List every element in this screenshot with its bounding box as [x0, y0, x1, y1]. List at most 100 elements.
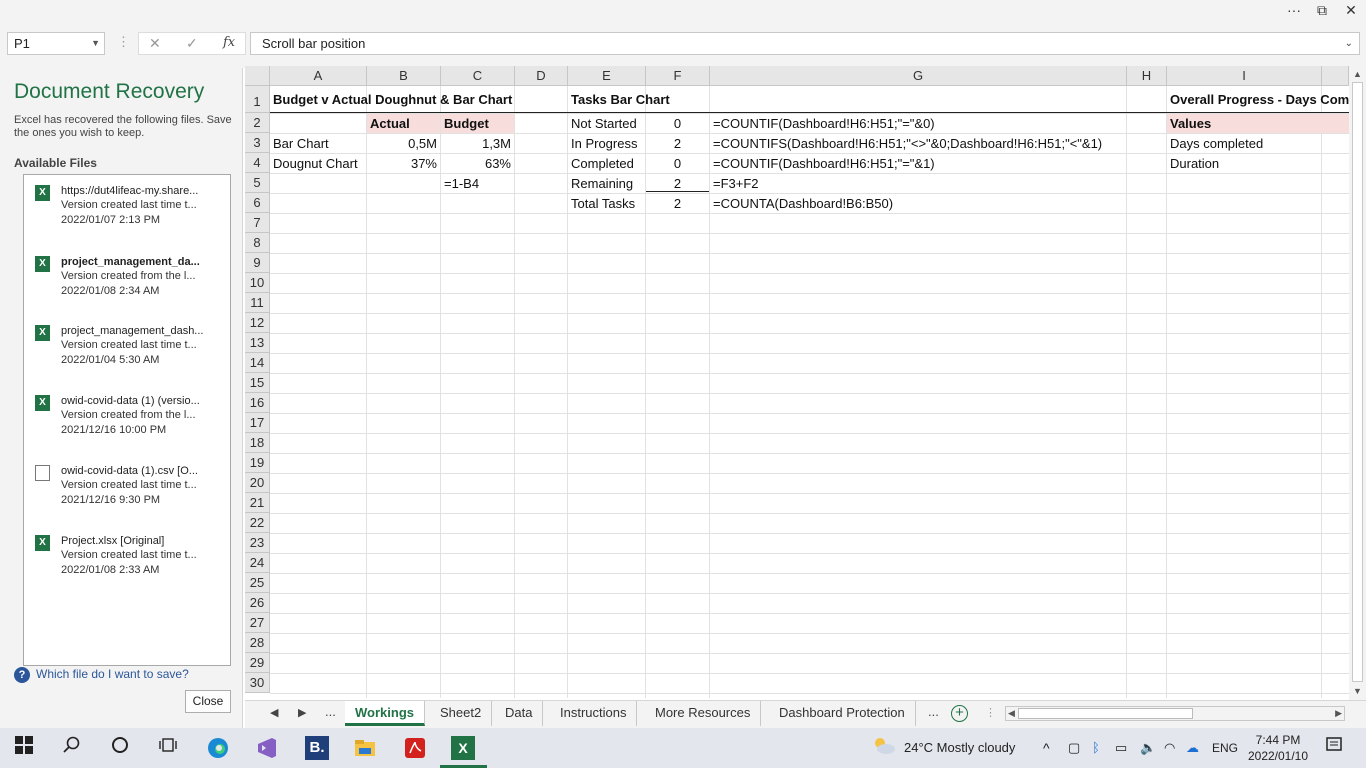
onedrive-cloud-icon[interactable]: ☁	[1186, 728, 1199, 768]
horizontal-scrollbar[interactable]: ◀ ▶	[1005, 706, 1345, 721]
cell-f3[interactable]: 2	[646, 134, 709, 154]
row-header[interactable]: 24	[245, 553, 270, 573]
next-sheet-icon[interactable]: ▶	[298, 706, 306, 719]
meet-now-icon[interactable]: ▢	[1068, 728, 1080, 768]
cell-f6[interactable]: 2	[646, 194, 709, 214]
row-header[interactable]: 23	[245, 533, 270, 553]
volume-icon[interactable]: 🔈	[1140, 728, 1156, 768]
row-header[interactable]: 18	[245, 433, 270, 453]
cortana-icon[interactable]	[108, 736, 132, 760]
vertical-scrollbar[interactable]: ▲ ▼	[1349, 66, 1366, 700]
row-header[interactable]: 17	[245, 413, 270, 433]
previous-sheet-icon[interactable]: ◀	[270, 706, 278, 719]
insert-function-icon[interactable]: fx	[223, 35, 235, 50]
cell-g3[interactable]: =COUNTIFS(Dashboard!H6:H51;"<>"&0;Dashbo…	[710, 134, 1126, 154]
row-header[interactable]: 4	[245, 153, 270, 173]
recovered-file-list[interactable]: X https://dut4lifeac-my.share... Version…	[23, 174, 231, 666]
show-hidden-icons-icon[interactable]: ^	[1043, 728, 1050, 768]
tab-data[interactable]: Data	[495, 701, 544, 726]
cell-a3[interactable]: Bar Chart	[270, 134, 366, 154]
wifi-icon[interactable]: ◠	[1164, 728, 1175, 768]
help-link[interactable]: ? Which file do I want to save?	[14, 667, 189, 683]
close-window-icon[interactable]: ✕	[1337, 0, 1365, 22]
cell-f2[interactable]: 0	[646, 114, 709, 134]
cell-b4[interactable]: 37%	[367, 154, 440, 174]
cell-i3[interactable]: Days completed	[1167, 134, 1321, 154]
tab-workings[interactable]: Workings	[345, 701, 425, 726]
tab-splitter-icon[interactable]: ⋮	[985, 706, 996, 719]
row-header[interactable]: 15	[245, 373, 270, 393]
row-header[interactable]: 14	[245, 353, 270, 373]
vertical-scroll-thumb[interactable]	[1352, 82, 1363, 682]
language-indicator[interactable]: ENG	[1212, 728, 1238, 768]
battery-icon[interactable]: ▭	[1115, 728, 1127, 768]
more-sheets-right[interactable]: ...	[928, 704, 939, 719]
cell-e5[interactable]: Remaining	[568, 174, 645, 194]
column-header-g[interactable]: G	[710, 66, 1127, 86]
expand-formula-icon[interactable]: ⌄	[1345, 33, 1353, 54]
booking-app-icon[interactable]: B.	[305, 736, 329, 760]
notification-center-icon[interactable]	[1322, 736, 1346, 760]
cell-g4[interactable]: =COUNTIF(Dashboard!H6:H51;"="&1)	[710, 154, 1126, 174]
row-header[interactable]: 13	[245, 333, 270, 353]
task-view-icon[interactable]	[156, 736, 180, 760]
tab-sheet2[interactable]: Sheet2	[430, 701, 493, 726]
recovered-file-item[interactable]: owid-covid-data (1).csv [O... Version cr…	[24, 459, 230, 519]
row-header[interactable]: 26	[245, 593, 270, 613]
cell-f4[interactable]: 0	[646, 154, 709, 174]
more-options-icon[interactable]: ···	[1280, 0, 1308, 22]
tab-instructions[interactable]: Instructions	[550, 701, 638, 726]
cell-c3[interactable]: 1,3M	[441, 134, 514, 154]
visual-studio-icon[interactable]	[255, 736, 279, 760]
scroll-left-icon[interactable]: ◀	[1008, 707, 1015, 720]
row-header[interactable]: 20	[245, 473, 270, 493]
row-header[interactable]: 7	[245, 213, 270, 233]
row-header[interactable]: 10	[245, 273, 270, 293]
enter-icon[interactable]: ✓	[186, 35, 198, 52]
row-header[interactable]: 27	[245, 613, 270, 633]
horizontal-scroll-thumb[interactable]	[1018, 708, 1193, 719]
row-header[interactable]: 22	[245, 513, 270, 533]
cell-i2[interactable]: Values	[1167, 114, 1349, 133]
search-icon[interactable]	[60, 736, 84, 760]
tab-dashboard-protection[interactable]: Dashboard Protection	[769, 701, 916, 726]
cell-c4[interactable]: 63%	[441, 154, 514, 174]
row-header[interactable]: 11	[245, 293, 270, 313]
cell-b2[interactable]: Actual	[367, 114, 440, 133]
column-header-e[interactable]: E	[568, 66, 646, 86]
cell-e6[interactable]: Total Tasks	[568, 194, 645, 214]
cell-i4[interactable]: Duration	[1167, 154, 1321, 174]
cancel-icon[interactable]: ✕	[149, 35, 161, 52]
formula-input[interactable]: Scroll bar position ⌄	[250, 32, 1360, 55]
cell-a1[interactable]: Budget v Actual Doughnut & Bar Chart	[270, 90, 515, 110]
close-button[interactable]: Close	[185, 690, 231, 713]
scroll-down-icon[interactable]: ▼	[1353, 686, 1362, 696]
cell-e2[interactable]: Not Started	[568, 114, 645, 134]
row-header[interactable]: 5	[245, 173, 270, 193]
column-header-c[interactable]: C	[441, 66, 515, 86]
scroll-right-icon[interactable]: ▶	[1335, 707, 1342, 720]
select-all-corner[interactable]	[245, 66, 270, 86]
scroll-up-icon[interactable]: ▲	[1353, 69, 1362, 79]
edge-browser-icon[interactable]	[206, 736, 230, 760]
excel-app-icon[interactable]: X	[451, 736, 475, 760]
row-header[interactable]: 9	[245, 253, 270, 273]
column-header-h[interactable]: H	[1127, 66, 1167, 86]
row-header[interactable]: 12	[245, 313, 270, 333]
file-explorer-icon[interactable]	[353, 736, 377, 760]
column-header-j[interactable]	[1322, 66, 1349, 86]
windows-start-icon[interactable]	[12, 736, 36, 760]
row-header[interactable]: 16	[245, 393, 270, 413]
formula-bar-grip-icon[interactable]: ⋮	[117, 34, 130, 50]
row-header[interactable]: 19	[245, 453, 270, 473]
cell-a4[interactable]: Dougnut Chart	[270, 154, 366, 174]
tab-more-resources[interactable]: More Resources	[645, 701, 762, 726]
cell-i1[interactable]: Overall Progress - Days Comp	[1167, 90, 1349, 110]
row-header[interactable]: 6	[245, 193, 270, 213]
row-header[interactable]: 8	[245, 233, 270, 253]
cell-e4[interactable]: Completed	[568, 154, 645, 174]
recovered-file-item[interactable]: X https://dut4lifeac-my.share... Version…	[24, 179, 230, 239]
column-header-a[interactable]: A	[270, 66, 367, 86]
recovered-file-item[interactable]: X project_management_da... Version creat…	[24, 250, 230, 310]
recovered-file-item[interactable]: X owid-covid-data (1) (versio... Version…	[24, 389, 230, 449]
